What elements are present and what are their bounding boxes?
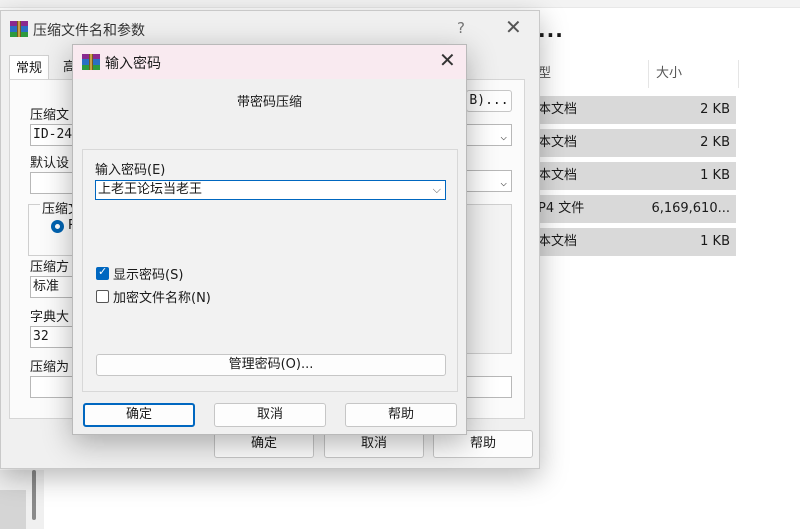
column-header-size[interactable]: 大小 (656, 60, 682, 88)
file-size: 1 KB (700, 234, 730, 249)
encrypt-filenames-checkbox[interactable] (96, 290, 109, 303)
chevron-down-icon[interactable]: ⌵ (433, 181, 441, 199)
dialog-title: 压缩文件名和参数 (33, 23, 145, 39)
file-size: 2 KB (700, 135, 730, 150)
dialog-title-bar: 压缩文件名和参数 ? ✕ (1, 11, 539, 47)
file-row[interactable]: 本文档 1 KB (530, 228, 736, 256)
explorer-top-bar (0, 0, 800, 8)
archive-name-label: 压缩文 (30, 108, 70, 123)
split-volume-label: 压缩为 (30, 360, 70, 375)
split-volume-dropdown[interactable] (466, 376, 512, 398)
method-label: 压缩方 (30, 260, 70, 275)
more-options-button[interactable]: ... (538, 18, 564, 42)
winrar-icon (82, 54, 100, 70)
column-divider[interactable] (648, 60, 649, 88)
dialog-title-bar: 输入密码 ✕ (73, 45, 466, 79)
show-password-label: 显示密码(S) (113, 268, 184, 283)
file-type: 本文档 (538, 234, 578, 249)
encrypt-filenames-label: 加密文件名称(N) (113, 291, 211, 306)
nav-item[interactable] (0, 490, 26, 529)
password-value: 上老王论坛当老王 (98, 182, 203, 197)
file-type: 本文档 (538, 135, 578, 150)
file-row[interactable]: 本文档 1 KB (530, 162, 736, 190)
ok-button[interactable]: 确定 (83, 403, 195, 427)
options-group (466, 204, 512, 354)
cancel-button[interactable]: 取消 (214, 403, 326, 427)
help-button[interactable]: 帮助 (345, 403, 457, 427)
manage-passwords-button[interactable]: 管理密码(O)... (96, 354, 446, 376)
profile-dropdown[interactable]: ⌵ (466, 170, 512, 192)
dialog-heading: 带密码压缩 (236, 95, 302, 110)
file-size: 1 KB (700, 168, 730, 183)
format-rar-radio[interactable] (51, 220, 64, 233)
file-type: 本文档 (538, 102, 578, 117)
checkmark-icon: ✓ (98, 265, 108, 278)
file-size: 6,169,610... (651, 201, 730, 216)
file-size: 2 KB (700, 102, 730, 117)
browse-button[interactable]: B)... (466, 90, 512, 112)
show-password-checkbox[interactable]: ✓ (96, 265, 109, 280)
navigation-pane (0, 470, 44, 529)
close-icon[interactable]: ✕ (439, 48, 456, 72)
chevron-down-icon: ⌵ (500, 130, 507, 143)
dictionary-label: 字典大 (30, 310, 70, 325)
winrar-icon (10, 21, 28, 37)
close-icon[interactable]: ✕ (505, 15, 522, 39)
file-row[interactable]: 本文档 2 KB (530, 96, 736, 124)
column-divider[interactable] (738, 60, 739, 88)
file-row[interactable]: 本文档 2 KB (530, 129, 736, 157)
chevron-down-icon: ⌵ (500, 176, 507, 189)
password-label: 输入密码(E) (95, 163, 166, 178)
default-profile-label: 默认设 (30, 156, 70, 171)
help-icon[interactable]: ? (457, 19, 465, 37)
archive-name-dropdown[interactable]: ⌵ (466, 124, 512, 146)
scrollbar[interactable] (32, 470, 36, 520)
file-row[interactable]: P4 文件 6,169,610... (530, 195, 736, 223)
file-type: P4 文件 (538, 201, 585, 216)
password-input[interactable]: 上老王论坛当老王 ⌵ (95, 180, 446, 200)
password-dialog: 输入密码 ✕ 带密码压缩 管理密码(O)... 输入密码(E) 上老王论坛当老王… (72, 44, 467, 435)
tab-general[interactable]: 常规 (9, 55, 50, 81)
dialog-title: 输入密码 (105, 56, 161, 72)
file-type: 本文档 (538, 168, 578, 183)
